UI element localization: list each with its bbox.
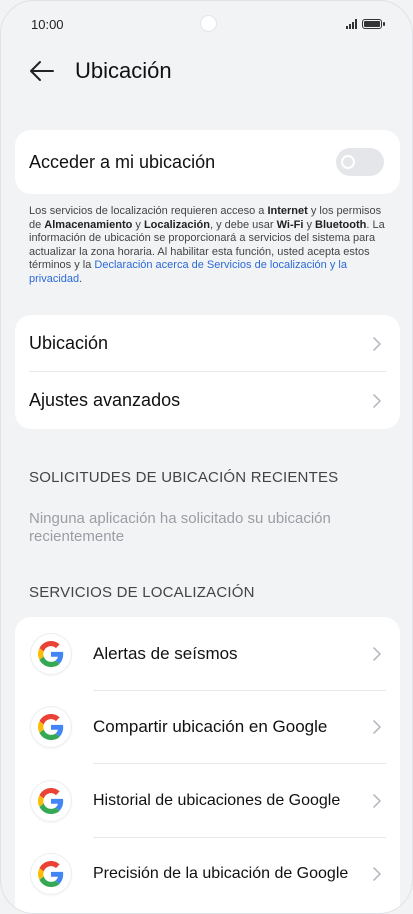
service-item-earthquake-alerts[interactable]: Alertas de seísmos [15,617,400,691]
recent-requests-heading: SOLICITUDES DE UBICACIÓN RECIENTES [29,469,339,486]
service-item-label: Historial de ubicaciones de Google [93,791,341,809]
chevron-right-icon [370,793,384,808]
note-bluetooth: Bluetooth [315,218,367,231]
note-wifi: Wi-Fi [276,218,304,231]
app-header: Ubicación [1,49,412,93]
note-storage: Almacenamiento [44,218,133,231]
note-text: . [79,272,83,285]
google-g-icon [31,780,71,821]
chevron-right-icon [370,720,384,735]
settings-item-advanced[interactable]: Ajustes avanzados [15,372,400,429]
location-services-card: Alertas de seísmos Compartir ubicación e… [15,617,400,913]
note-location: Localización [143,218,210,231]
note-text: y [132,218,144,231]
location-settings-card: Ubicación Ajustes avanzados [15,315,400,429]
service-item-share-location[interactable]: Compartir ubicación en Google [15,691,400,765]
location-access-toggle[interactable] [336,148,384,176]
status-time: 10:00 [31,16,64,32]
chevron-right-icon [370,646,384,661]
service-item-label: Compartir ubicación en Google [93,717,328,737]
google-g-icon [31,854,71,895]
settings-item-label: Ajustes avanzados [29,390,181,410]
recent-requests-empty-text: Ninguna aplicación ha solicitado su ubic… [29,510,331,545]
service-item-location-history[interactable]: Historial de ubicaciones de Google [15,764,400,838]
page-title: Ubicación [75,58,172,83]
google-g-icon [31,633,71,674]
location-access-label: Acceder a mi ubicación [29,151,216,172]
settings-item-label: Ubicación [29,333,109,353]
battery-icon [362,19,385,29]
chevron-right-icon [370,867,384,882]
note-text: , y debe usar [209,218,277,231]
location-info-note: Los servicios de localización requieren … [29,205,386,286]
service-item-label: Precisión de la ubicación de Google [93,865,349,883]
chevron-right-icon [370,336,384,351]
note-internet: Internet [267,205,308,217]
phone-screen: 10:00 Ubicación Acceder a mi ubicación L… [0,0,413,914]
settings-item-ubicacion[interactable]: Ubicación [15,315,400,372]
note-text: Los servicios de localización requieren … [29,205,268,217]
signal-icon [346,19,357,29]
back-arrow-icon[interactable] [29,58,55,84]
location-access-card[interactable]: Acceder a mi ubicación [15,130,400,194]
location-services-heading: SERVICIOS DE LOCALIZACIÓN [29,584,255,601]
system-icons [346,19,385,29]
camera-cutout [200,15,217,32]
note-text: y [303,218,316,231]
toggle-knob [341,155,355,169]
service-item-label: Alertas de seísmos [93,643,238,663]
google-g-icon [31,707,71,748]
service-item-location-accuracy[interactable]: Precisión de la ubicación de Google [15,838,400,912]
chevron-right-icon [370,393,384,408]
